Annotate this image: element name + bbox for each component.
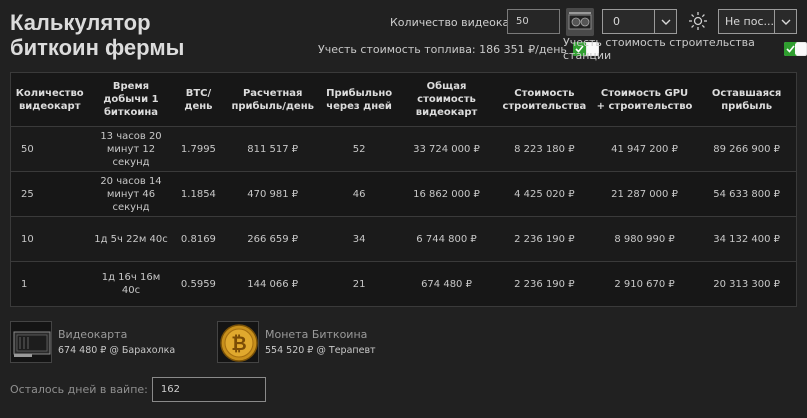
- bitcoin-icon: ₿: [217, 321, 259, 363]
- cell: 21: [322, 261, 397, 307]
- cell: 34 132 400 ₽: [697, 216, 797, 262]
- cell: 1.1854: [173, 171, 224, 217]
- gpu-item-name: Видеокарта: [58, 328, 128, 341]
- options-select[interactable]: Не пос...: [718, 9, 797, 34]
- wipe-days-row: Осталось дней в вайпе:: [10, 377, 266, 402]
- theme-sun-icon[interactable]: [688, 11, 708, 31]
- cell: 46: [322, 171, 397, 217]
- chevron-down-icon: [774, 10, 796, 33]
- col-total-cost: Стоимость GPU + строительство: [596, 87, 693, 112]
- col-build-cost: Стоимость строительства: [502, 87, 587, 112]
- col-remaining-profit: Оставшаяся прибыль: [711, 87, 782, 112]
- fuel-label: Учесть стоимость топлива: 186 351 ₽/день: [318, 42, 567, 56]
- cell: 1: [10, 261, 89, 307]
- cell: 4 425 020 ₽: [496, 171, 592, 217]
- table-header-row: Количество видеокарт Время добычи 1 битк…: [11, 73, 797, 127]
- cell: 20 313 300 ₽: [697, 261, 797, 307]
- cell: 20 часов 14 минут 46 секунд: [88, 171, 174, 217]
- col-btc-day: BTC/ день: [184, 87, 213, 112]
- cell: 8 980 990 ₽: [591, 216, 698, 262]
- gpu-item[interactable]: Видеокарта 674 480 ₽ @ Барахолка: [10, 321, 175, 363]
- wipe-days-input[interactable]: [151, 377, 266, 402]
- gpu-thumbnail-icon: [566, 8, 594, 36]
- gpu-count-input[interactable]: [507, 9, 560, 34]
- fuel-toggle-row: Учесть стоимость топлива: 186 351 ₽/день: [318, 41, 599, 57]
- gpu-item-price: 674 480 ₽ @ Барахолка: [58, 345, 176, 356]
- cell: 470 981 ₽: [223, 171, 323, 217]
- col-mining-time: Время добычи 1 биткоина: [103, 81, 159, 118]
- cell: 52: [322, 126, 397, 172]
- station-level-select[interactable]: 0: [602, 9, 677, 34]
- bitcoin-item-name: Монета Биткоина: [265, 328, 368, 341]
- cell: 10: [10, 216, 89, 262]
- station-level-value: 0: [613, 15, 620, 28]
- build-toggle[interactable]: [784, 42, 807, 56]
- bitcoin-item-price: 554 520 ₽ @ Терапевт: [265, 345, 376, 356]
- cell: 1.7995: [173, 126, 224, 172]
- cell: 266 659 ₽: [223, 216, 323, 262]
- col-gpu-count: Количество видеокарт: [15, 87, 84, 112]
- table-row: 1 1д 16ч 16м 40с 0.5959 144 066 ₽ 21 674…: [10, 261, 797, 307]
- cell: 674 480 ₽: [396, 261, 497, 307]
- cell: 1д 16ч 16м 40с: [88, 261, 174, 307]
- cell: 50: [10, 126, 89, 172]
- options-select-value: Не пос...: [725, 15, 774, 28]
- build-label: Учесть стоимость строительства станции: [563, 36, 755, 62]
- cell: 144 066 ₽: [223, 261, 323, 307]
- table-row: 10 1д 5ч 22м 40с 0.8169 266 659 ₽ 34 6 7…: [10, 216, 797, 262]
- table-row: 50 13 часов 20 минут 12 секунд 1.7995 81…: [10, 126, 797, 172]
- cell: 1д 5ч 22м 40с: [88, 216, 174, 262]
- col-gpu-cost: Общая стоимость видеокарт: [415, 81, 478, 118]
- col-payback-days: Прибыльно через дней: [326, 87, 393, 112]
- cell: 2 236 190 ₽: [496, 261, 592, 307]
- page-title: Калькулятор биткоин фермы: [10, 10, 184, 60]
- cell: 811 517 ₽: [223, 126, 323, 172]
- gpu-count-label-row: Количество видеокарт: [390, 9, 523, 35]
- cell: 54 633 800 ₽: [697, 171, 797, 217]
- cell: 2 236 190 ₽: [496, 216, 592, 262]
- cell: 34: [322, 216, 397, 262]
- cell: 13 часов 20 минут 12 секунд: [88, 126, 174, 172]
- cell: 33 724 000 ₽: [396, 126, 497, 172]
- profit-table: Количество видеокарт Время добычи 1 битк…: [10, 72, 797, 307]
- cell: 8 223 180 ₽: [496, 126, 592, 172]
- cell: 2 910 670 ₽: [591, 261, 698, 307]
- svg-text:₿: ₿: [231, 333, 246, 355]
- wipe-days-label: Осталось дней в вайпе:: [10, 383, 148, 396]
- build-toggle-row: Учесть стоимость строительства станции: [563, 36, 807, 62]
- title-line-1: Калькулятор: [10, 10, 151, 35]
- cell: 0.8169: [173, 216, 224, 262]
- title-line-2: биткоин фермы: [10, 35, 185, 60]
- cell: 41 947 200 ₽: [591, 126, 698, 172]
- table-row: 25 20 часов 14 минут 46 секунд 1.1854 47…: [10, 171, 797, 217]
- cell: 89 266 900 ₽: [697, 126, 797, 172]
- bitcoin-item[interactable]: ₿ Монета Биткоина 554 520 ₽ @ Терапевт: [217, 321, 376, 363]
- gpu-icon: [10, 321, 52, 363]
- chevron-down-icon: [654, 10, 676, 33]
- cell: 6 744 800 ₽: [396, 216, 497, 262]
- cell: 16 862 000 ₽: [396, 171, 497, 217]
- col-profit-day: Расчетная прибыль/день: [231, 87, 314, 112]
- cell: 0.5959: [173, 261, 224, 307]
- cell: 21 287 000 ₽: [591, 171, 698, 217]
- cell: 25: [10, 171, 89, 217]
- gpu-count-label: Количество видеокарт: [390, 15, 523, 29]
